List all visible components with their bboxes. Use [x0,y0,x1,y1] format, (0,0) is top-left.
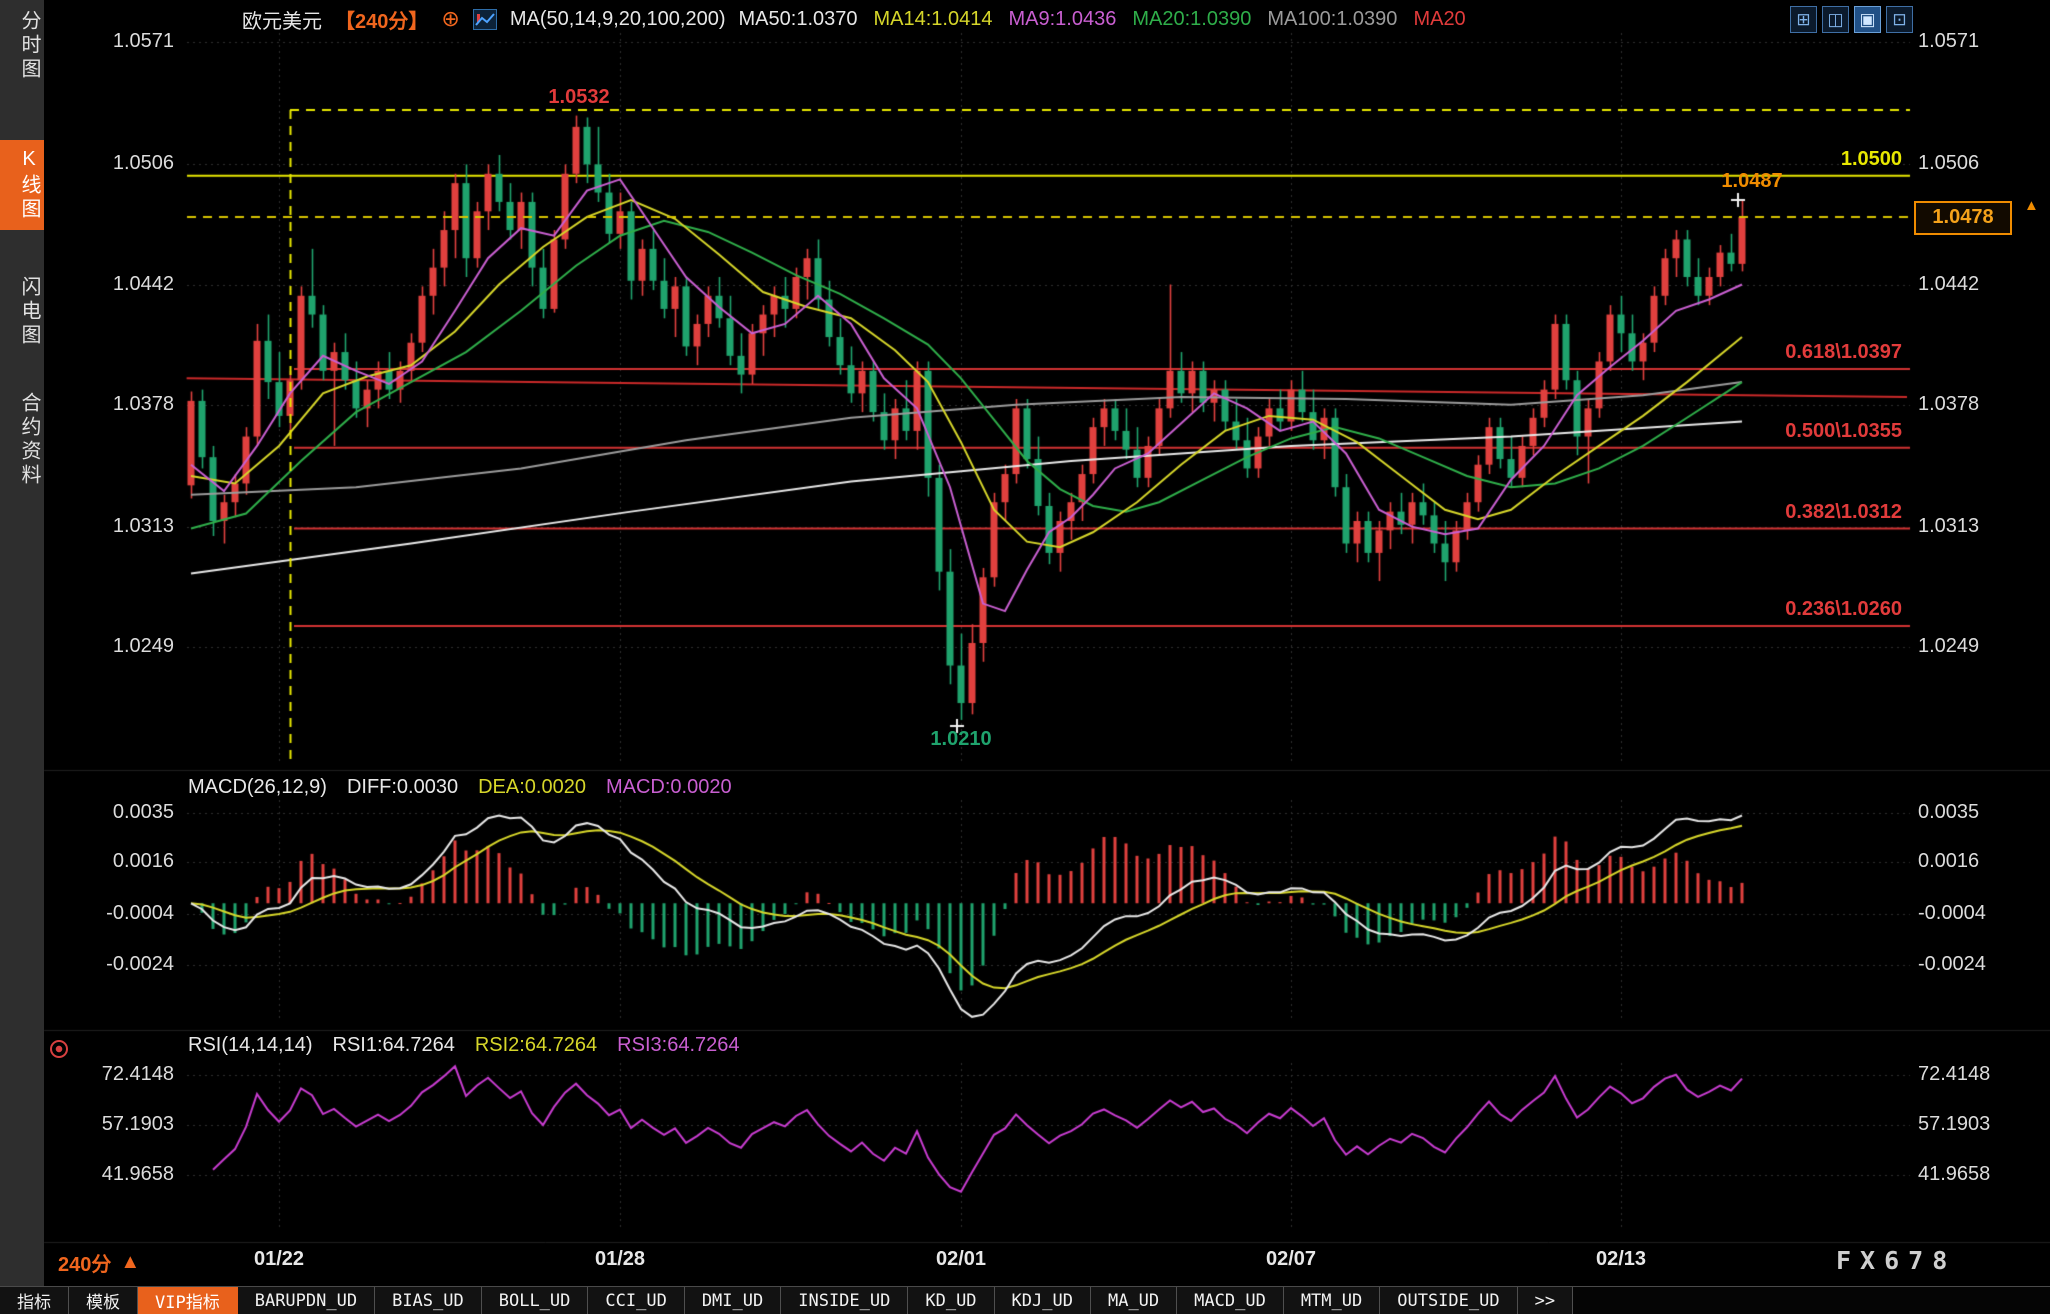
toolbar-tab-13[interactable]: MTM_UD [1284,1287,1380,1314]
toolbar-tab-10[interactable]: KDJ_UD [995,1287,1091,1314]
timeframe-label: 240分 [58,1248,111,1277]
macd-legend-2: MACD:0.0020 [606,776,732,799]
toolbar-tab-6[interactable]: CCI_UD [588,1287,684,1314]
rsi-legend-2: RSI3:64.7264 [617,1034,739,1057]
layout-switcher: ⊞◫▣⊡ [1790,6,1913,33]
split-pane-icon[interactable]: ◫ [1822,6,1849,33]
sidebar-item-2[interactable]: 闪电图 [0,276,44,348]
macd-legend-1: DEA:0.0020 [478,776,586,799]
rsi-params-label: RSI(14,14,14) [188,1034,313,1057]
ma-value-4: MA100:1.0390 [1267,8,1397,31]
toolbar-tab-7[interactable]: DMI_UD [685,1287,781,1314]
toolbar-tab-12[interactable]: MACD_UD [1177,1287,1284,1314]
rsi-legend-0: RSI1:64.7264 [333,1034,455,1057]
toolbar-tab-5[interactable]: BOLL_UD [482,1287,589,1314]
ma-value-0: MA50:1.0370 [739,8,858,31]
indicator-toolbar: 指标模板VIP指标BARUPDN_UDBIAS_UDBOLL_UDCCI_UDD… [0,1286,2050,1314]
toolbar-tab-15[interactable]: >> [1518,1287,1573,1314]
macd-legend-0: DIFF:0.0030 [347,776,458,799]
timeframe-footer[interactable]: 240分 ▲ [58,1248,140,1277]
trading-terminal: 分时图 K线图闪电图合约资料 欧元美元 【240分】 ⊕ MA(50,14,9,2… [0,0,2050,1314]
toolbar-tab-3[interactable]: BARUPDN_UD [238,1287,375,1314]
sidebar: 分时图 K线图闪电图合约资料 [0,0,44,1287]
ma-value-1: MA14:1.0414 [874,8,993,31]
toolbar-tab-4[interactable]: BIAS_UD [375,1287,482,1314]
rsi-legend-1: RSI2:64.7264 [475,1034,597,1057]
sidebar-item-3[interactable]: 合约资料 [0,392,44,488]
ma-values: MA50:1.0370 MA14:1.0414 MA9:1.0436 MA20:1.0… [739,8,1466,31]
toolbar-tab-1[interactable]: 模板 [69,1287,138,1314]
macd-params-label: MACD(26,12,9) [188,776,327,799]
ma-value-5: MA20 [1413,8,1465,31]
sidebar-item-1[interactable]: K线图 [0,140,44,230]
add-indicator-icon[interactable]: ⊕ [441,8,459,30]
period-label[interactable]: 【240分】 [335,5,428,34]
ma-value-3: MA20:1.0390 [1132,8,1251,31]
candlestick-mini-icon [473,9,497,30]
ma-value-2: MA9:1.0436 [1008,8,1116,31]
chart-canvas[interactable] [0,0,2050,1314]
up-triangle-icon: ▲ [120,1251,140,1274]
toolbar-tab-11[interactable]: MA_UD [1091,1287,1177,1314]
macd-legend: MACD(26,12,9) DIFF:0.0030 DEA:0.0020 MACD:0… [188,776,732,799]
rsi-legend: RSI(14,14,14) RSI1:64.7264 RSI2:64.7264 RSI… [188,1034,740,1057]
toolbar-tab-14[interactable]: OUTSIDE_UD [1380,1287,1517,1314]
toolbar-tab-9[interactable]: KD_UD [908,1287,994,1314]
grid-layout-icon[interactable]: ⊞ [1790,6,1817,33]
symbol-title: 欧元美元 [242,5,322,34]
shift-panel-icon[interactable]: ⊡ [1886,6,1913,33]
toolbar-tab-8[interactable]: INSIDE_UD [781,1287,908,1314]
indicator-marker-icon[interactable] [50,1040,68,1058]
watermark: FX678 [1836,1246,1956,1275]
active-chart-icon[interactable]: ▣ [1854,6,1881,33]
toolbar-tab-0[interactable]: 指标 [0,1287,69,1314]
sidebar-item-0[interactable]: 分时图 [0,10,44,82]
toolbar-tab-2[interactable]: VIP指标 [138,1287,238,1314]
ma-settings-label[interactable]: MA(50,14,9,20,100,200) [510,8,726,31]
chart-header: 欧元美元 【240分】 ⊕ MA(50,14,9,20,100,200) MA5… [242,3,1466,35]
